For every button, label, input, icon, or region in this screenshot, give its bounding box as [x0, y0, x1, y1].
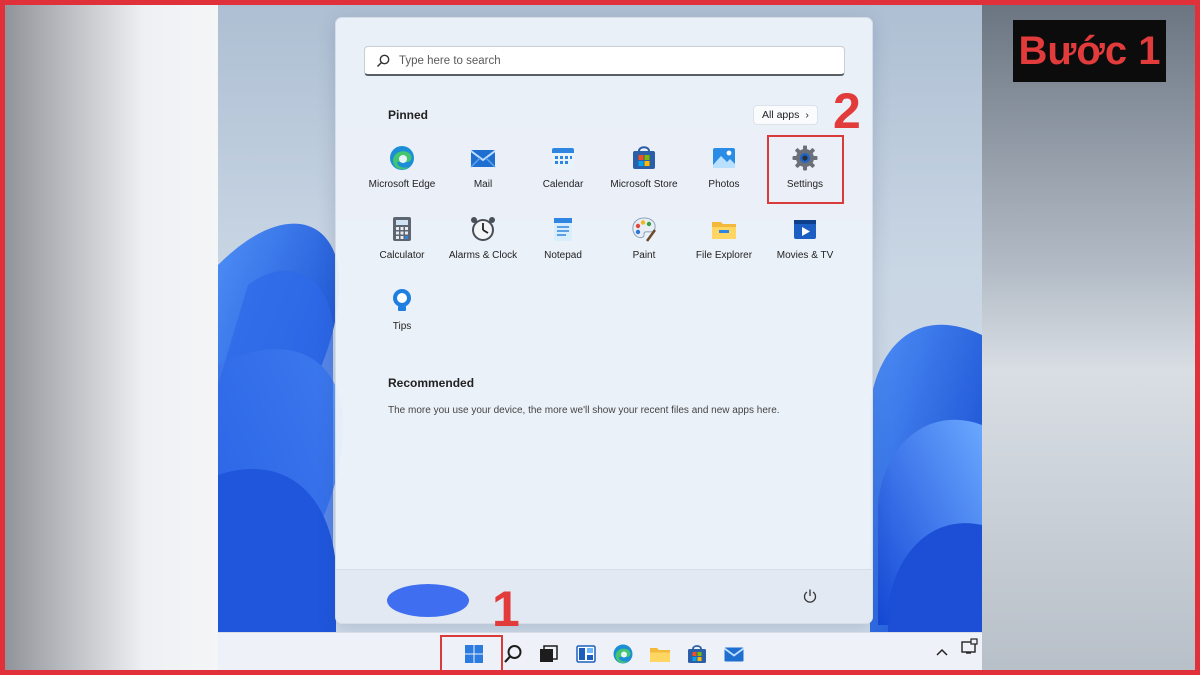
- app-paint[interactable]: Paint: [604, 209, 684, 271]
- edge-icon[interactable]: [612, 643, 634, 665]
- app-label: File Explorer: [695, 250, 753, 261]
- notification-icon[interactable]: [960, 638, 978, 656]
- search-input[interactable]: [399, 54, 799, 67]
- step-marker-1: 1: [492, 581, 520, 637]
- taskbar: [218, 632, 982, 671]
- notepad-icon: [554, 218, 572, 241]
- mail-icon: [470, 150, 496, 168]
- all-apps-label: All apps: [762, 109, 800, 121]
- chevron-right-icon: ›: [805, 109, 809, 121]
- app-label: Movies & TV: [776, 250, 834, 261]
- folder-icon: [712, 222, 736, 239]
- app-label: Microsoft Store: [610, 179, 678, 190]
- start-menu: Pinned All apps › Microsoft Edge Mail: [335, 17, 873, 624]
- all-apps-button[interactable]: All apps ›: [753, 105, 818, 125]
- app-notepad[interactable]: Notepad: [523, 209, 603, 271]
- windows-start-icon[interactable]: [463, 643, 485, 665]
- app-label: Mail: [473, 179, 493, 190]
- search-icon: [376, 54, 390, 67]
- mail-icon[interactable]: [723, 643, 745, 665]
- edge-icon: [390, 146, 414, 170]
- app-label: Microsoft Edge: [368, 179, 436, 190]
- app-alarms-clock[interactable]: Alarms & Clock: [443, 209, 523, 271]
- start-menu-footer: [336, 569, 872, 623]
- pinned-heading: Pinned: [388, 108, 429, 122]
- user-avatar[interactable]: [387, 584, 469, 617]
- app-microsoft-edge[interactable]: Microsoft Edge: [362, 138, 442, 200]
- task-view-icon[interactable]: [537, 643, 559, 665]
- widgets-icon[interactable]: [575, 643, 597, 665]
- search-icon[interactable]: [502, 643, 524, 665]
- folder-icon[interactable]: [649, 643, 671, 665]
- paint-icon: [632, 217, 657, 242]
- app-label: Paint: [632, 250, 656, 261]
- search-box[interactable]: [364, 46, 845, 76]
- app-movies-tv[interactable]: Movies & TV: [765, 209, 845, 271]
- app-label: Notepad: [544, 250, 582, 261]
- step-marker-2: 2: [833, 83, 861, 139]
- clock-icon: [471, 217, 495, 241]
- app-label: Alarms & Clock: [448, 250, 518, 261]
- app-label: Tips: [392, 321, 412, 332]
- app-label: Calendar: [542, 179, 584, 190]
- photos-icon: [713, 148, 735, 168]
- app-mail[interactable]: Mail: [443, 138, 523, 200]
- movies-icon: [794, 220, 816, 239]
- step-badge: Bước 1: [1013, 20, 1166, 82]
- chevron-up-icon[interactable]: [934, 644, 950, 660]
- app-photos[interactable]: Photos: [684, 138, 764, 200]
- lightbulb-icon: [393, 289, 411, 311]
- app-file-explorer[interactable]: File Explorer: [684, 209, 764, 271]
- recommended-heading: Recommended: [388, 376, 475, 390]
- store-icon: [633, 146, 655, 169]
- app-label: Settings: [786, 179, 824, 190]
- app-label: Photos: [708, 179, 740, 190]
- background-right: [982, 0, 1200, 675]
- power-icon[interactable]: [802, 588, 818, 604]
- desktop-screen: Pinned All apps › Microsoft Edge Mail: [218, 5, 982, 671]
- app-calendar[interactable]: Calendar: [523, 138, 603, 200]
- gear-icon: [792, 145, 818, 171]
- app-label: Calculator: [379, 250, 425, 261]
- calculator-icon: [393, 217, 411, 241]
- app-microsoft-store[interactable]: Microsoft Store: [604, 138, 684, 200]
- store-icon[interactable]: [686, 643, 708, 665]
- app-calculator[interactable]: Calculator: [362, 209, 442, 271]
- calendar-icon: [552, 148, 574, 169]
- app-settings[interactable]: Settings: [765, 138, 845, 200]
- app-tips[interactable]: Tips: [362, 280, 442, 342]
- recommended-empty-text: The more you use your device, the more w…: [388, 405, 780, 416]
